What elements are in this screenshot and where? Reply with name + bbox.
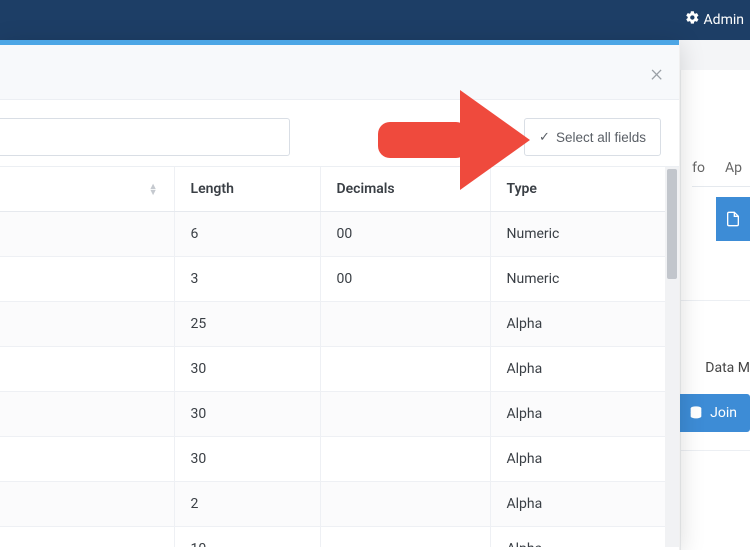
vertical-scrollbar[interactable] xyxy=(665,167,679,547)
cell-type: Alpha xyxy=(490,302,679,347)
check-icon: ✓ xyxy=(539,129,550,145)
cell-decimals xyxy=(320,437,490,482)
cell-decimals xyxy=(320,392,490,437)
tab-info-partial[interactable]: fo xyxy=(692,160,705,176)
cell-length: 25 xyxy=(174,302,320,347)
cell-type: Alpha xyxy=(490,482,679,527)
cell-length: 2 xyxy=(174,482,320,527)
cell-length: 30 xyxy=(174,437,320,482)
cell-decimals xyxy=(320,302,490,347)
close-icon[interactable]: × xyxy=(650,61,663,85)
cell-length: 30 xyxy=(174,347,320,392)
modal-toolbar: ✓ Select all fields xyxy=(0,100,679,167)
document-icon xyxy=(725,210,741,228)
cell-type: Numeric xyxy=(490,212,679,257)
table-row[interactable]: 300Numeric xyxy=(0,257,679,302)
col-header-hidden[interactable]: ▲▼ xyxy=(0,167,174,212)
admin-link[interactable]: Admin xyxy=(679,0,750,39)
table-header-row: ▲▼ Length Decimals Type xyxy=(0,167,679,212)
cell-decimals xyxy=(320,482,490,527)
background-panel xyxy=(680,70,750,550)
sort-icon[interactable]: ▲▼ xyxy=(149,184,158,196)
select-all-label: Select all fields xyxy=(556,130,646,145)
table-row[interactable]: 30 Alpha xyxy=(0,437,679,482)
admin-label: Admin xyxy=(704,12,744,28)
table-row[interactable]: 2 Alpha xyxy=(0,482,679,527)
table-container: ▲▼ Length Decimals Type 600Numeric300Num… xyxy=(0,167,679,547)
table-row[interactable]: 25 Alpha xyxy=(0,302,679,347)
table-row[interactable]: 30 Alpha xyxy=(0,392,679,437)
cell-length: 30 xyxy=(174,392,320,437)
search-input[interactable] xyxy=(0,118,290,156)
background-divider-1 xyxy=(680,300,750,301)
cell-decimals: 00 xyxy=(320,212,490,257)
col-header-decimals[interactable]: Decimals xyxy=(320,167,490,212)
cell-decimals: 00 xyxy=(320,257,490,302)
cell-decimals xyxy=(320,527,490,548)
table-body: 600Numeric300Numeric25Alpha30Alpha30Alph… xyxy=(0,212,679,548)
background-tabs: fo Ap xyxy=(692,160,750,187)
table-row[interactable]: 600Numeric xyxy=(0,212,679,257)
table-row[interactable]: 10 Alpha xyxy=(0,527,679,548)
scrollbar-thumb[interactable] xyxy=(667,169,677,279)
cell-hidden xyxy=(0,302,174,347)
join-button[interactable]: Join xyxy=(675,394,750,432)
cell-decimals xyxy=(320,347,490,392)
cell-type: Alpha xyxy=(490,347,679,392)
background-divider-2 xyxy=(680,450,750,451)
cell-type: Alpha xyxy=(490,437,679,482)
cell-hidden xyxy=(0,527,174,548)
modal: × ✓ Select all fields xyxy=(0,40,680,550)
col-header-type[interactable]: Type xyxy=(490,167,679,212)
cell-length: 10 xyxy=(174,527,320,548)
cell-hidden xyxy=(0,257,174,302)
table-row[interactable]: 30 Alpha xyxy=(0,347,679,392)
background-action-button[interactable] xyxy=(716,197,750,241)
tab-ap-partial[interactable]: Ap xyxy=(725,160,742,176)
cell-hidden xyxy=(0,482,174,527)
cell-hidden xyxy=(0,437,174,482)
cell-hidden xyxy=(0,392,174,437)
cell-type: Alpha xyxy=(490,527,679,548)
join-label: Join xyxy=(710,405,737,421)
modal-header: × xyxy=(0,45,679,100)
select-all-fields-button[interactable]: ✓ Select all fields xyxy=(524,118,661,156)
cell-length: 6 xyxy=(174,212,320,257)
topbar: Admin xyxy=(0,0,750,40)
gear-icon xyxy=(685,10,700,29)
fields-table: ▲▼ Length Decimals Type 600Numeric300Num… xyxy=(0,167,679,547)
cell-hidden xyxy=(0,212,174,257)
cell-type: Alpha xyxy=(490,392,679,437)
database-icon xyxy=(688,405,704,421)
col-header-length[interactable]: Length xyxy=(174,167,320,212)
cell-type: Numeric xyxy=(490,257,679,302)
cell-hidden xyxy=(0,347,174,392)
cell-length: 3 xyxy=(174,257,320,302)
background-datam-label: Data M xyxy=(705,360,750,376)
